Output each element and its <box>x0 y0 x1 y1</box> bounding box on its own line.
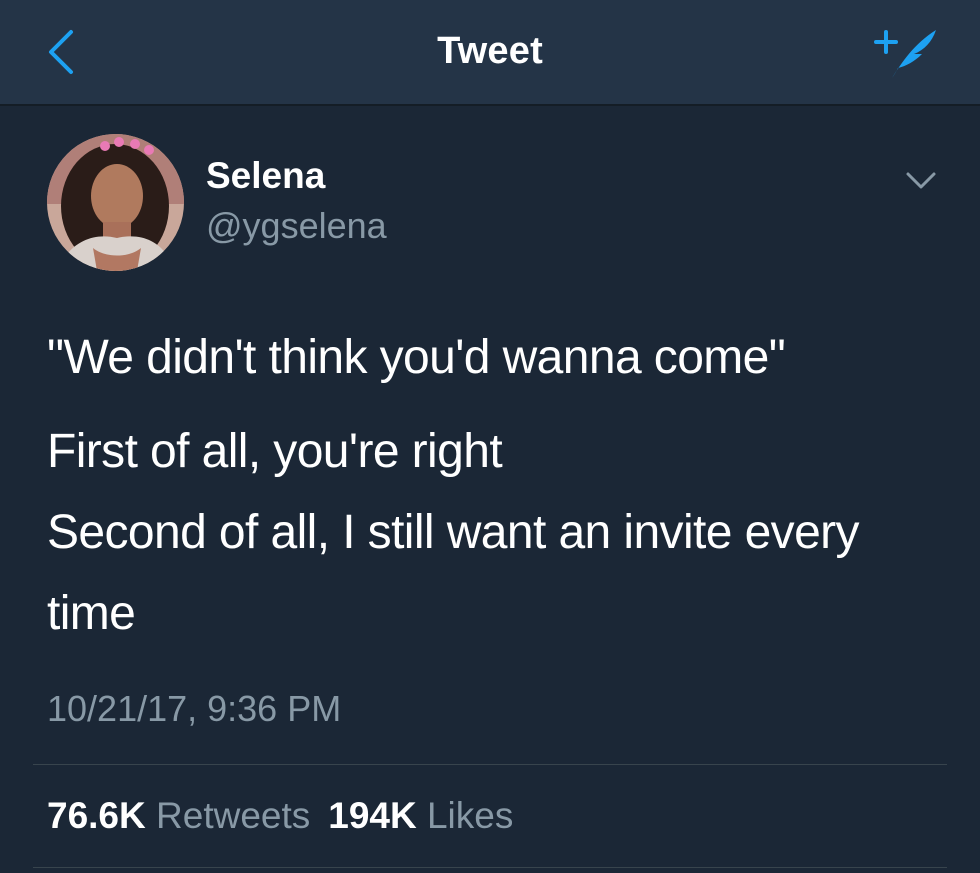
page-title: Tweet <box>437 30 543 72</box>
author-display-name[interactable]: Selena <box>206 155 325 197</box>
tweet-timestamp[interactable]: 10/21/17, 9:36 PM <box>47 688 341 730</box>
tweet-menu-button[interactable] <box>898 162 944 198</box>
retweets-label: Retweets <box>156 795 311 836</box>
tweet-line: First of all, you're right <box>47 425 503 478</box>
author-handle[interactable]: @ygselena <box>206 205 387 247</box>
tweet-stats: 76.6K Retweets 194K Likes <box>47 795 531 837</box>
tweet-quote: "We didn't think you'd wanna come" <box>47 331 786 384</box>
divider <box>33 764 947 765</box>
avatar[interactable] <box>47 134 184 271</box>
tweet-text: "We didn't think you'd wanna come" First… <box>47 327 947 654</box>
likes-count: 194K <box>328 795 417 836</box>
chevron-down-icon <box>906 172 936 189</box>
tweet-line: Second of all, I still want an invite ev… <box>47 506 860 559</box>
retweets-stat[interactable]: 76.6K Retweets <box>47 795 310 837</box>
top-navigation-bar: Tweet <box>0 0 980 106</box>
divider <box>33 867 947 868</box>
likes-stat[interactable]: 194K Likes <box>328 795 513 837</box>
likes-label: Likes <box>426 795 514 836</box>
retweets-count: 76.6K <box>47 795 146 836</box>
tweet-line: time <box>47 587 136 640</box>
compose-tweet-icon <box>874 30 936 78</box>
compose-tweet-button[interactable] <box>868 24 948 84</box>
